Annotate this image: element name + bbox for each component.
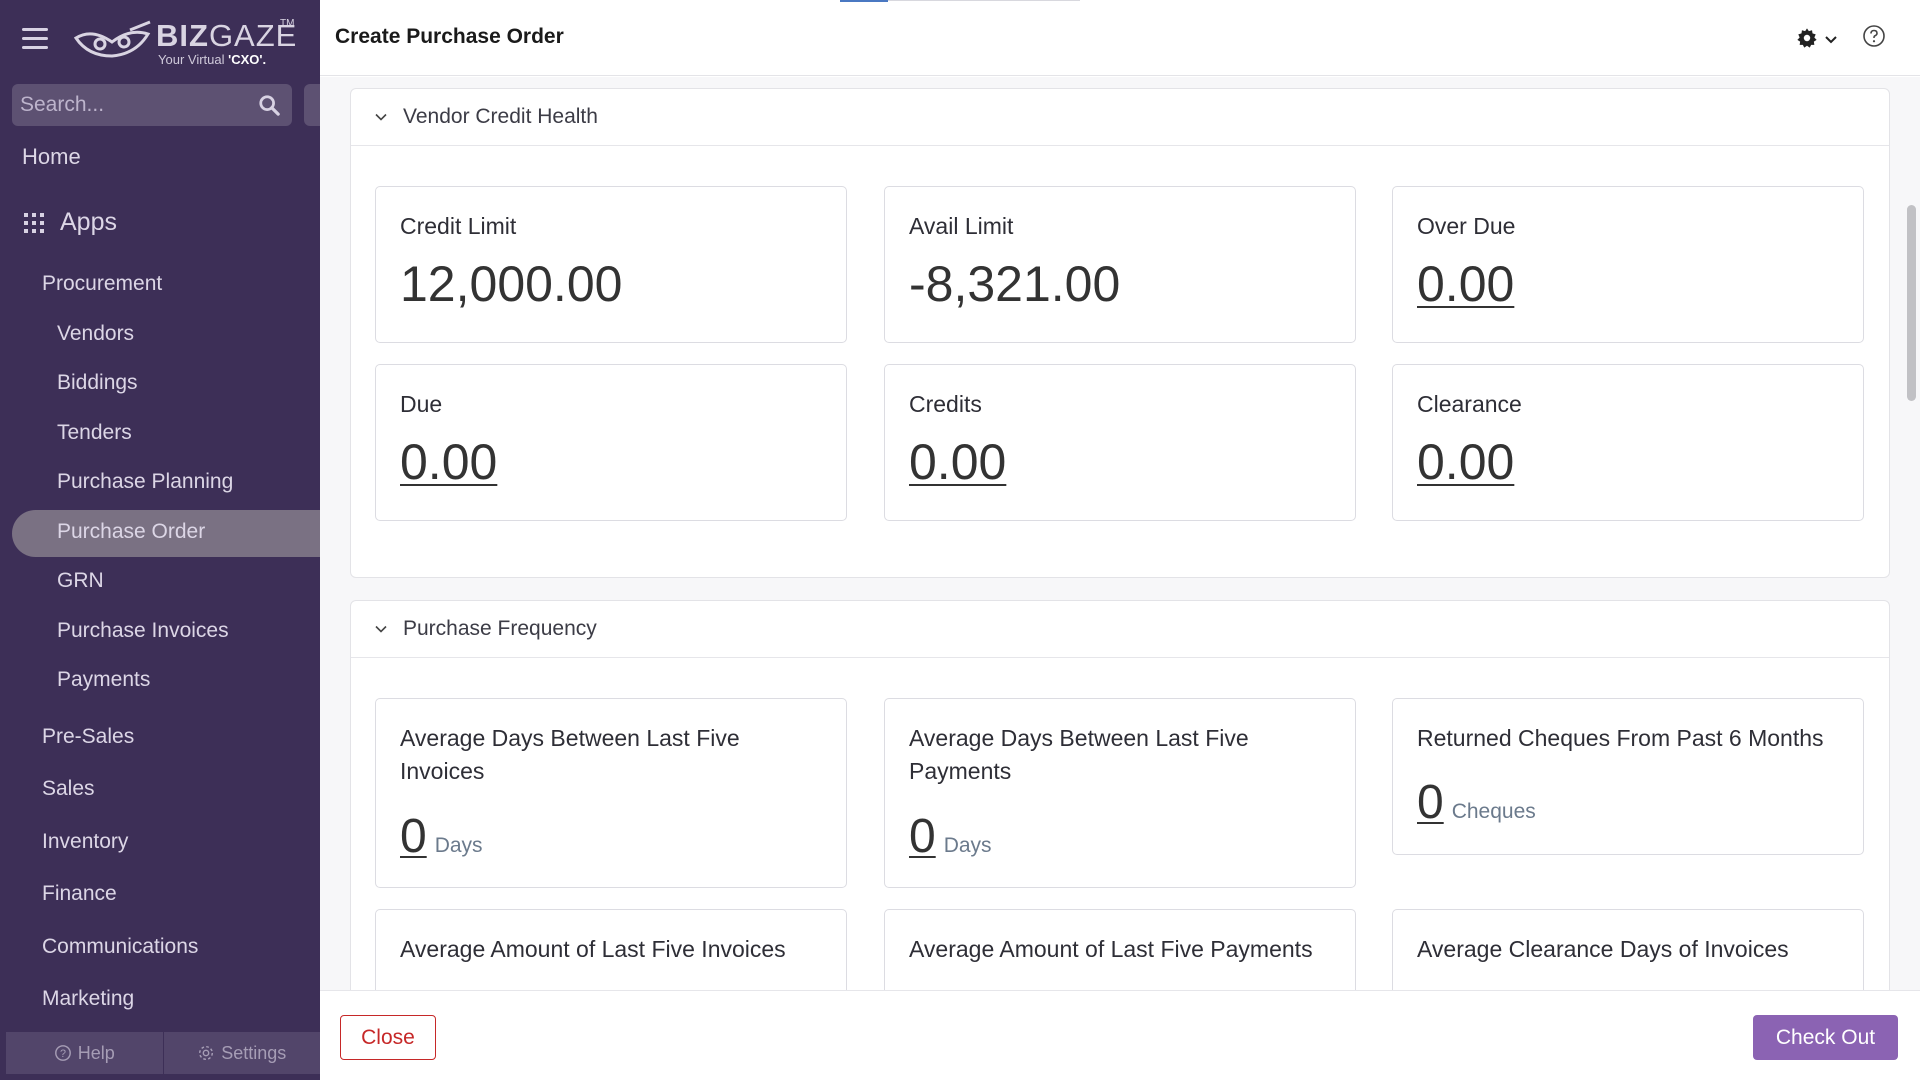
credits-card: Credits 0.00	[884, 364, 1356, 521]
avg-days-invoices-link[interactable]: 0	[400, 809, 427, 864]
modal-footer: Close Check Out	[320, 990, 1920, 1080]
due-link[interactable]: 0.00	[400, 433, 497, 491]
gear-icon	[1797, 28, 1817, 48]
top-tab-divider	[888, 0, 1080, 1]
purchase-frequency-header[interactable]: Purchase Frequency	[351, 601, 1889, 658]
search-input[interactable]	[20, 84, 250, 126]
settings-icon	[199, 1045, 214, 1061]
vertical-scrollbar[interactable]	[1907, 205, 1916, 401]
sidebar-header: BIZGAZE TM Your Virtual 'CXO'.	[0, 0, 320, 80]
clearance-link[interactable]: 0.00	[1417, 433, 1514, 491]
sidebar-item-apps-label: Apps	[60, 208, 117, 236]
avail-limit-card: Avail Limit -8,321.00	[884, 186, 1356, 343]
search-icon[interactable]	[258, 94, 280, 116]
avg-clearance-days-card: Average Clearance Days of Invoices	[1392, 909, 1864, 990]
help-label: Help	[77, 1042, 115, 1063]
over-due-card: Over Due 0.00	[1392, 186, 1864, 343]
top-tab-indicator	[840, 0, 888, 2]
sidebar-item-sales[interactable]: Sales	[42, 777, 362, 801]
hamburger-icon[interactable]	[22, 28, 48, 50]
avg-days-invoices-card: Average Days Between Last Five Invoices …	[375, 698, 847, 888]
avg-days-invoices-value: 0 Days	[400, 809, 483, 864]
chevron-down-icon	[375, 625, 387, 633]
card-label: Average Days Between Last Five Invoices	[400, 725, 740, 784]
card-label: Average Clearance Days of Invoices	[1417, 936, 1789, 962]
returned-cheques-value: 0 Cheques	[1417, 775, 1536, 830]
credits-link[interactable]: 0.00	[909, 433, 1006, 491]
card-label: Due	[400, 391, 443, 417]
card-label: Credits	[909, 391, 982, 417]
scrollable-content: Vendor Credit Health Credit Limit 12,000…	[320, 77, 1920, 990]
close-button[interactable]: Close	[340, 1015, 436, 1060]
help-question-button[interactable]	[1862, 24, 1888, 50]
logo[interactable]: BIZGAZE TM Your Virtual 'CXO'.	[72, 16, 296, 67]
section-title: Vendor Credit Health	[403, 105, 598, 128]
unit-label: Days	[943, 834, 992, 857]
settings-button[interactable]: Settings	[164, 1032, 321, 1074]
help-button[interactable]: ? Help	[6, 1032, 164, 1074]
svg-text:?: ?	[60, 1048, 66, 1060]
owl-logo-icon	[73, 20, 151, 58]
sidebar-footer: ? Help Settings	[6, 1032, 320, 1074]
vendor-credit-health-header[interactable]: Vendor Credit Health	[351, 89, 1889, 146]
sidebar-item-inventory[interactable]: Inventory	[42, 830, 362, 854]
card-label: Avail Limit	[909, 213, 1014, 239]
returned-cheques-card: Returned Cheques From Past 6 Months 0 Ch…	[1392, 698, 1864, 855]
section-title: Purchase Frequency	[403, 617, 597, 640]
gear-dropdown-button[interactable]	[1796, 24, 1842, 52]
sidebar-item-procurement[interactable]: Procurement	[42, 272, 362, 296]
sidebar-item-pre-sales[interactable]: Pre-Sales	[42, 725, 362, 749]
sidebar-item-marketing[interactable]: Marketing	[42, 987, 362, 1011]
sidebar-item-home[interactable]: Home	[22, 144, 342, 170]
over-due-link[interactable]: 0.00	[1417, 255, 1514, 313]
credit-limit-card: Credit Limit 12,000.00	[375, 186, 847, 343]
credit-limit-value: 12,000.00	[400, 256, 623, 312]
help-icon: ?	[54, 1045, 71, 1061]
card-label: Clearance	[1417, 391, 1522, 417]
returned-cheques-link[interactable]: 0	[1417, 775, 1444, 830]
check-out-button[interactable]: Check Out	[1753, 1015, 1898, 1060]
apps-grid-icon	[24, 212, 44, 233]
due-card: Due 0.00	[375, 364, 847, 521]
clearance-card: Clearance 0.00	[1392, 364, 1864, 521]
avg-days-payments-card: Average Days Between Last Five Payments …	[884, 698, 1356, 888]
unit-label: Days	[434, 834, 483, 857]
avail-limit-value: -8,321.00	[909, 256, 1121, 312]
sidebar: BIZGAZE TM Your Virtual 'CXO'. Home Apps…	[0, 0, 324, 1080]
logo-trademark: TM	[280, 18, 295, 29]
card-label: Average Days Between Last Five Payments	[909, 725, 1249, 784]
main-panel: Create Purchase Order Vendor Credit Heal…	[320, 0, 1920, 1080]
sidebar-item-apps[interactable]: Apps	[24, 208, 344, 237]
avg-amount-payments-card: Average Amount of Last Five Payments	[884, 909, 1356, 990]
sidebar-item-communications[interactable]: Communications	[42, 935, 362, 959]
logo-wordmark: BIZGAZE	[156, 18, 298, 53]
settings-label: Settings	[221, 1042, 287, 1063]
card-label: Average Amount of Last Five Payments	[909, 936, 1313, 962]
modal-header: Create Purchase Order	[320, 0, 1920, 76]
card-label: Average Amount of Last Five Invoices	[400, 936, 786, 962]
chevron-down-icon	[375, 113, 387, 121]
logo-tagline: Your Virtual 'CXO'.	[158, 52, 267, 67]
question-icon	[1863, 25, 1885, 47]
card-label: Credit Limit	[400, 213, 517, 239]
unit-label: Cheques	[1451, 800, 1536, 823]
search-box	[12, 84, 292, 126]
purchase-frequency-section: Purchase Frequency Average Days Between …	[350, 600, 1890, 990]
card-label: Over Due	[1417, 213, 1516, 239]
sidebar-item-finance[interactable]: Finance	[42, 882, 362, 906]
vendor-credit-health-section: Vendor Credit Health Credit Limit 12,000…	[350, 88, 1890, 578]
page-title: Create Purchase Order	[335, 25, 564, 48]
avg-amount-invoices-card: Average Amount of Last Five Invoices	[375, 909, 847, 990]
avg-days-payments-link[interactable]: 0	[909, 809, 936, 864]
card-label: Returned Cheques From Past 6 Months	[1417, 725, 1824, 751]
avg-days-payments-value: 0 Days	[909, 809, 992, 864]
chevron-down-icon	[1825, 36, 1837, 44]
